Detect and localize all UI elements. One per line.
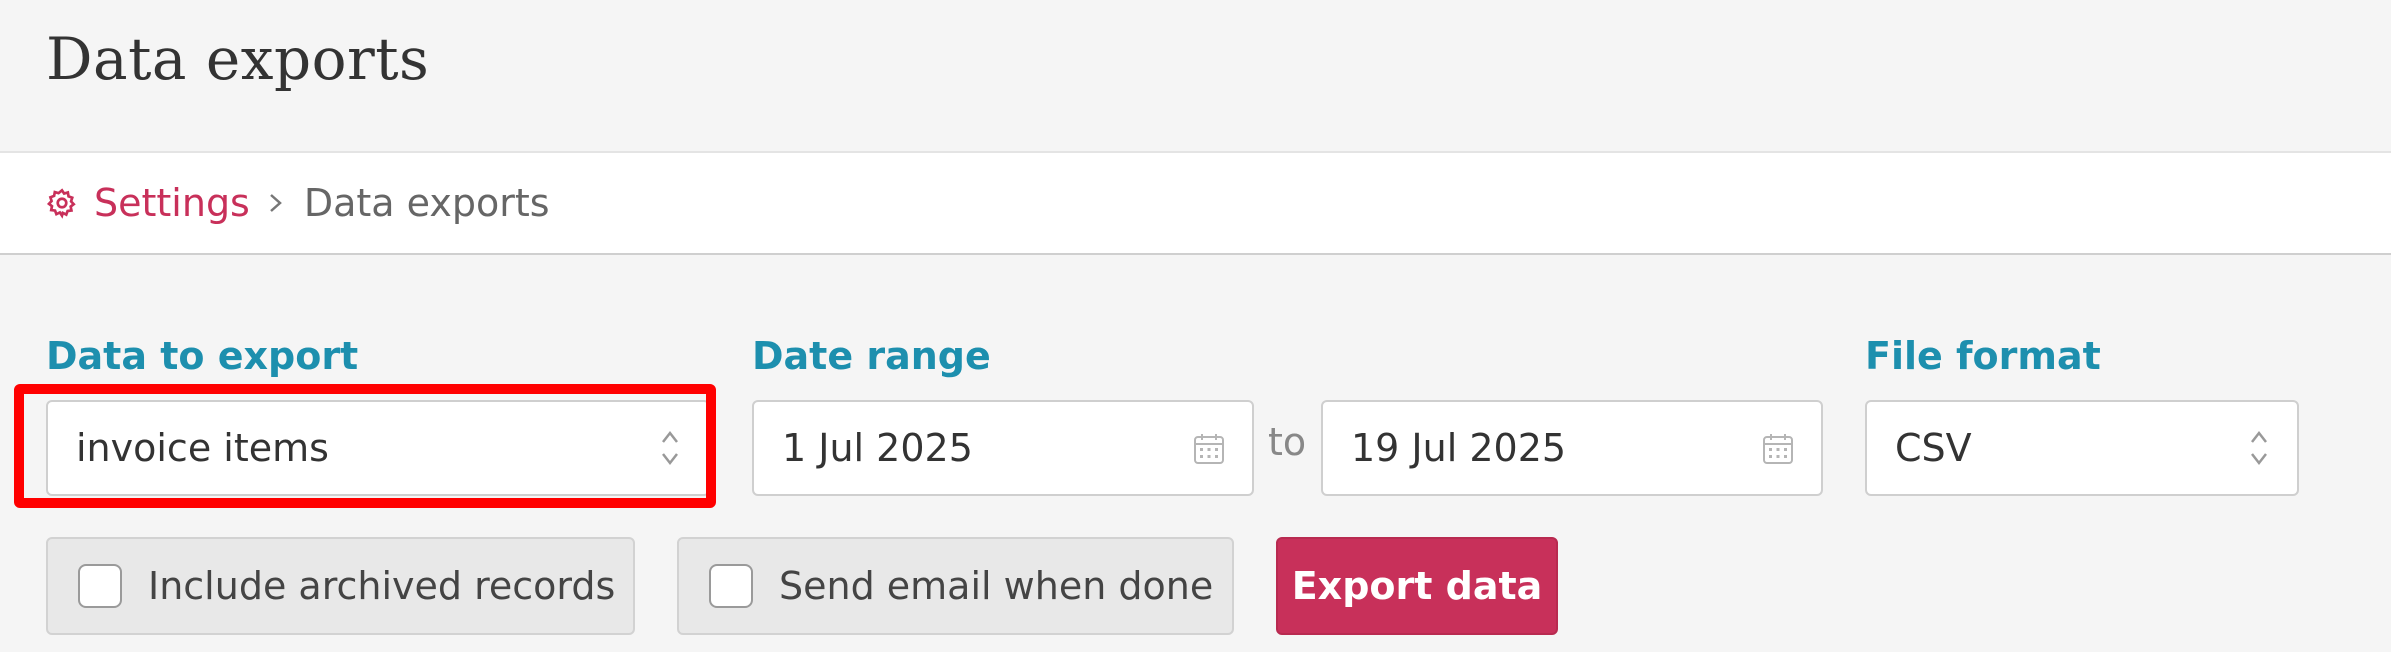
export-data-button[interactable]: Export data: [1276, 537, 1558, 635]
select-arrows-icon: [662, 430, 678, 466]
send-email-label: Send email when done: [779, 564, 1214, 608]
end-date-value: 19 Jul 2025: [1351, 426, 1567, 470]
breadcrumb-current: Data exports: [303, 181, 550, 225]
include-archived-label: Include archived records: [148, 564, 616, 608]
file-format-label: File format: [1865, 334, 2101, 378]
breadcrumb-settings-link[interactable]: Settings: [94, 181, 250, 225]
calendar-icon: [1194, 434, 1224, 464]
file-format-value: CSV: [1895, 426, 1972, 470]
date-range-separator: to: [1268, 420, 1307, 464]
send-email-checkbox[interactable]: [709, 564, 753, 608]
select-arrows-icon: [2251, 430, 2267, 466]
send-email-toggle[interactable]: Send email when done: [677, 537, 1234, 635]
calendar-icon: [1763, 434, 1793, 464]
include-archived-toggle[interactable]: Include archived records: [46, 537, 635, 635]
data-to-export-select[interactable]: invoice items: [46, 400, 710, 496]
chevron-right-icon: [270, 194, 282, 212]
gear-icon: [46, 188, 76, 219]
start-date-value: 1 Jul 2025: [782, 426, 973, 470]
start-date-input[interactable]: 1 Jul 2025: [752, 400, 1254, 496]
date-range-label: Date range: [752, 334, 991, 378]
file-format-select[interactable]: CSV: [1865, 400, 2299, 496]
end-date-input[interactable]: 19 Jul 2025: [1321, 400, 1823, 496]
include-archived-checkbox[interactable]: [78, 564, 122, 608]
page-header: Data exports: [0, 0, 2391, 153]
breadcrumb: Settings Data exports: [46, 153, 550, 253]
data-to-export-value: invoice items: [76, 426, 329, 470]
breadcrumb-bar: Settings Data exports: [0, 153, 2391, 255]
data-to-export-label: Data to export: [46, 334, 359, 378]
page-title: Data exports: [46, 25, 430, 93]
